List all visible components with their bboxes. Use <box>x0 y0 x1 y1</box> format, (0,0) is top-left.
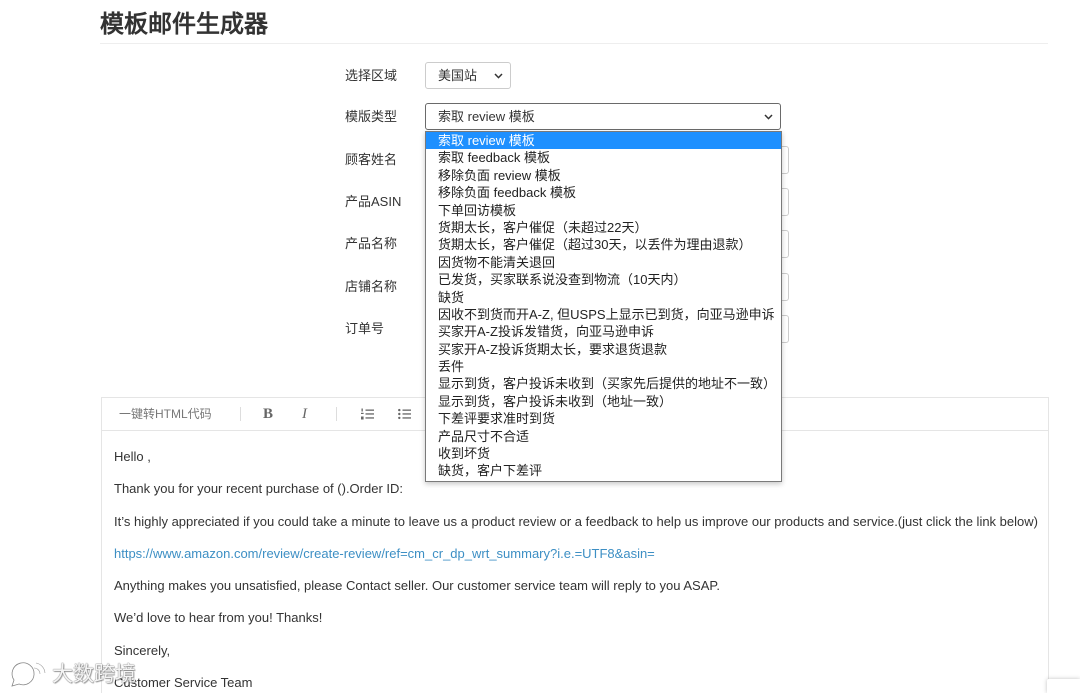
title-divider <box>100 43 1048 44</box>
template-option[interactable]: 产品尺寸不合适 <box>426 428 781 445</box>
region-select[interactable]: 美国站 <box>425 62 511 89</box>
template-option[interactable]: 下差评要求准时到货 <box>426 410 781 427</box>
region-label: 选择区域 <box>345 68 398 83</box>
template-option[interactable]: 货期太长，客户催促（超过30天，以丢件为理由退款） <box>426 236 781 253</box>
email-line: Anything makes you unsatisfied, please C… <box>114 578 720 594</box>
customer-name-label: 顾客姓名 <box>345 152 398 167</box>
template-option[interactable]: 买家开A-Z投诉发错货，向亚马逊申诉 <box>426 323 781 340</box>
watermark: 大数跨境 <box>8 658 144 692</box>
toolbar-divider <box>336 407 337 421</box>
watermark-logo-icon <box>9 661 47 688</box>
chevron-down-icon <box>494 73 503 79</box>
template-option[interactable]: 缺货 <box>426 289 781 306</box>
template-type-select-value: 索取 review 模板 <box>438 109 535 124</box>
email-line: Customer Service Team <box>114 675 253 691</box>
email-line: Thank you for your recent purchase of ()… <box>114 481 404 497</box>
product-name-label: 产品名称 <box>345 236 398 251</box>
template-option[interactable]: 索取 feedback 模板 <box>426 149 781 166</box>
template-option[interactable]: 索取 review 模板 <box>426 132 781 150</box>
template-option[interactable]: 因货物不能清关退回 <box>426 254 781 271</box>
page-title: 模板邮件生成器 <box>100 11 268 38</box>
unordered-list-icon[interactable] <box>398 408 411 420</box>
email-line: It’s highly appreciated if you could tak… <box>114 513 1038 529</box>
template-type-dropdown[interactable]: 索取 review 模板 索取 feedback 模板 移除负面 review … <box>425 131 782 482</box>
asin-label: 产品ASIN <box>345 194 402 209</box>
template-option[interactable]: 因收不到货而开A-Z, 但USPS上显示已到货，向亚马逊申诉 <box>426 306 781 323</box>
floating-widget[interactable] <box>1047 679 1080 693</box>
region-select-value: 美国站 <box>438 68 478 83</box>
toolbar-divider <box>240 407 241 421</box>
template-option[interactable]: 缺货，客户下差评 <box>426 462 781 479</box>
order-id-label: 订单号 <box>345 321 385 336</box>
ordered-list-icon[interactable] <box>361 408 374 420</box>
template-option[interactable]: 移除负面 review 模板 <box>426 167 781 184</box>
template-option[interactable]: 丢件 <box>426 358 781 375</box>
template-type-select[interactable]: 索取 review 模板 <box>425 103 781 130</box>
template-type-label: 模版类型 <box>345 109 398 124</box>
email-line: Sincerely, <box>114 642 171 658</box>
template-option[interactable]: 收到坏货 <box>426 445 781 462</box>
review-link[interactable]: https://www.amazon.com/review/create-rev… <box>114 544 1036 564</box>
template-option[interactable]: 显示到货，客户投诉未收到（买家先后提供的地址不一致） <box>426 375 781 392</box>
email-line: We’d love to hear from you! Thanks! <box>114 610 323 626</box>
store-name-label: 店铺名称 <box>345 279 398 294</box>
template-option[interactable]: 买家开A-Z投诉货期太长，要求退货退款 <box>426 341 781 358</box>
template-option[interactable]: 货期太长，客户催促（未超过22天） <box>426 219 781 236</box>
template-option[interactable]: 下单回访模板 <box>426 202 781 219</box>
watermark-text: 大数跨境 <box>52 663 136 686</box>
template-option[interactable]: 显示到货，客户投诉未收到（地址一致） <box>426 393 781 410</box>
bold-button[interactable]: B <box>263 398 273 430</box>
template-option[interactable]: 移除负面 feedback 模板 <box>426 184 781 201</box>
convert-html-button[interactable]: 一键转HTML代码 <box>119 398 212 430</box>
chevron-down-icon <box>764 114 773 120</box>
italic-button[interactable]: I <box>302 398 307 430</box>
template-option[interactable]: 已发货，买家联系说没查到物流（10天内） <box>426 271 781 288</box>
